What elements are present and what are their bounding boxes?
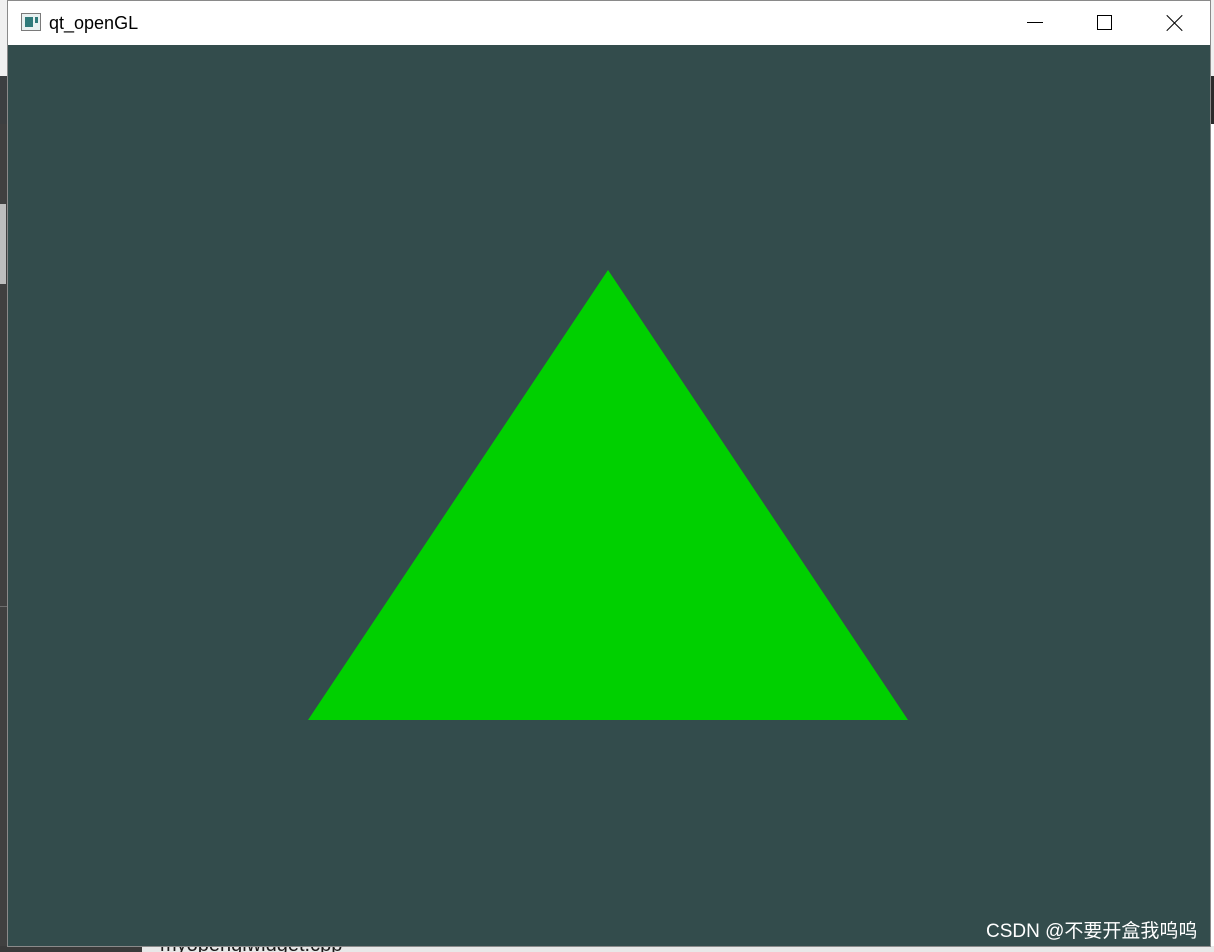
background-bottom-panel (0, 946, 142, 952)
minimize-icon (1027, 22, 1043, 23)
app-window: qt_openGL (8, 0, 1210, 946)
close-button[interactable] (1140, 1, 1210, 45)
title-bar[interactable]: qt_openGL (8, 0, 1210, 45)
opengl-surface (308, 270, 908, 720)
background-scroll-marker (0, 204, 6, 284)
window-title: qt_openGL (49, 13, 139, 33)
app-icon-body (25, 17, 33, 27)
maximize-icon (1097, 15, 1112, 30)
app-window-icon[interactable] (21, 13, 41, 31)
app-icon-side (35, 17, 38, 23)
close-icon (1166, 14, 1184, 32)
green-triangle (308, 270, 908, 720)
maximize-button[interactable] (1070, 1, 1140, 45)
minimize-button[interactable] (1000, 1, 1070, 45)
opengl-canvas[interactable] (8, 45, 1210, 946)
csdn-watermark: CSDN @不要开盒我呜呜 (986, 921, 1198, 942)
